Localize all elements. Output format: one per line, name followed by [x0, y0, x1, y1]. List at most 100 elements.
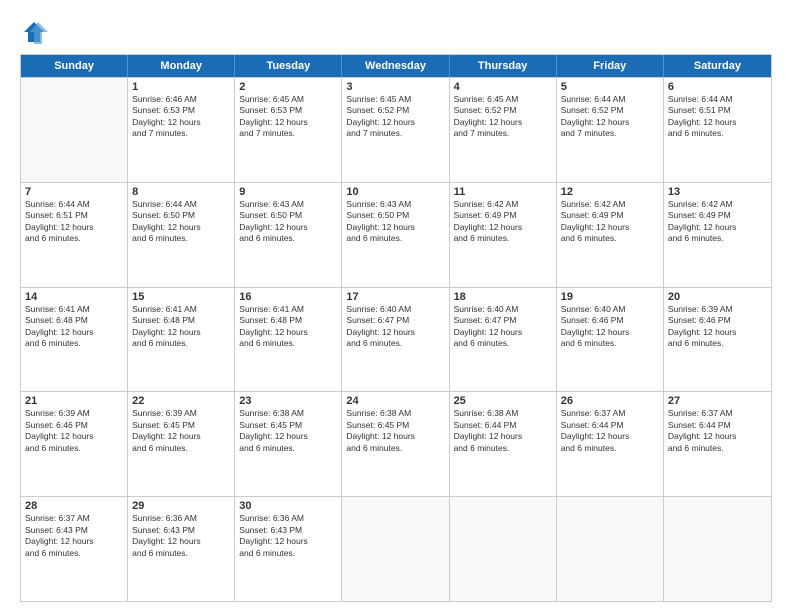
- cell-line: and 6 minutes.: [239, 443, 337, 454]
- calendar-cell: 30Sunrise: 6:36 AMSunset: 6:43 PMDayligh…: [235, 497, 342, 601]
- cell-line: Daylight: 12 hours: [239, 431, 337, 442]
- cell-line: Sunset: 6:44 PM: [561, 420, 659, 431]
- cell-line: Sunrise: 6:39 AM: [25, 408, 123, 419]
- cell-line: Daylight: 12 hours: [346, 431, 444, 442]
- cell-line: and 6 minutes.: [346, 338, 444, 349]
- cell-line: Sunrise: 6:44 AM: [25, 199, 123, 210]
- day-number: 11: [454, 186, 552, 198]
- cell-line: and 6 minutes.: [239, 233, 337, 244]
- cell-line: Sunset: 6:44 PM: [668, 420, 767, 431]
- calendar-cell: 25Sunrise: 6:38 AMSunset: 6:44 PMDayligh…: [450, 392, 557, 496]
- day-number: 19: [561, 291, 659, 303]
- cell-line: Sunset: 6:43 PM: [239, 525, 337, 536]
- calendar-cell: 13Sunrise: 6:42 AMSunset: 6:49 PMDayligh…: [664, 183, 771, 287]
- cell-line: and 6 minutes.: [132, 443, 230, 454]
- day-number: 16: [239, 291, 337, 303]
- cell-line: Sunset: 6:51 PM: [668, 105, 767, 116]
- calendar-cell: 19Sunrise: 6:40 AMSunset: 6:46 PMDayligh…: [557, 288, 664, 392]
- calendar-cell: 14Sunrise: 6:41 AMSunset: 6:48 PMDayligh…: [21, 288, 128, 392]
- cell-line: and 6 minutes.: [454, 233, 552, 244]
- cell-line: Daylight: 12 hours: [132, 431, 230, 442]
- calendar-cell: 11Sunrise: 6:42 AMSunset: 6:49 PMDayligh…: [450, 183, 557, 287]
- cell-line: Sunset: 6:49 PM: [454, 210, 552, 221]
- cell-line: Sunset: 6:53 PM: [239, 105, 337, 116]
- calendar-cell: 6Sunrise: 6:44 AMSunset: 6:51 PMDaylight…: [664, 78, 771, 182]
- cell-line: and 6 minutes.: [346, 233, 444, 244]
- cell-line: Sunrise: 6:44 AM: [561, 94, 659, 105]
- cell-line: Sunrise: 6:45 AM: [346, 94, 444, 105]
- cell-line: Daylight: 12 hours: [239, 327, 337, 338]
- day-number: 14: [25, 291, 123, 303]
- calendar-cell: [342, 497, 449, 601]
- cell-line: and 6 minutes.: [25, 548, 123, 559]
- cell-line: Daylight: 12 hours: [561, 222, 659, 233]
- header-day-wednesday: Wednesday: [342, 55, 449, 77]
- cell-line: Daylight: 12 hours: [132, 117, 230, 128]
- calendar-row-1: 7Sunrise: 6:44 AMSunset: 6:51 PMDaylight…: [21, 182, 771, 287]
- cell-line: Daylight: 12 hours: [239, 117, 337, 128]
- calendar-cell: 4Sunrise: 6:45 AMSunset: 6:52 PMDaylight…: [450, 78, 557, 182]
- calendar-cell: 2Sunrise: 6:45 AMSunset: 6:53 PMDaylight…: [235, 78, 342, 182]
- cell-line: Sunset: 6:46 PM: [668, 315, 767, 326]
- cell-line: Sunset: 6:48 PM: [25, 315, 123, 326]
- cell-line: Sunset: 6:45 PM: [346, 420, 444, 431]
- calendar-cell: 9Sunrise: 6:43 AMSunset: 6:50 PMDaylight…: [235, 183, 342, 287]
- cell-line: Sunset: 6:45 PM: [132, 420, 230, 431]
- day-number: 30: [239, 500, 337, 512]
- day-number: 10: [346, 186, 444, 198]
- header-day-tuesday: Tuesday: [235, 55, 342, 77]
- calendar: SundayMondayTuesdayWednesdayThursdayFrid…: [20, 54, 772, 602]
- calendar-cell: 24Sunrise: 6:38 AMSunset: 6:45 PMDayligh…: [342, 392, 449, 496]
- cell-line: and 6 minutes.: [346, 443, 444, 454]
- page: SundayMondayTuesdayWednesdayThursdayFrid…: [0, 0, 792, 612]
- cell-line: Daylight: 12 hours: [132, 327, 230, 338]
- cell-line: Sunrise: 6:43 AM: [239, 199, 337, 210]
- cell-line: Sunrise: 6:46 AM: [132, 94, 230, 105]
- cell-line: Daylight: 12 hours: [454, 222, 552, 233]
- cell-line: Sunset: 6:52 PM: [561, 105, 659, 116]
- calendar-cell: [450, 497, 557, 601]
- calendar-cell: 10Sunrise: 6:43 AMSunset: 6:50 PMDayligh…: [342, 183, 449, 287]
- cell-line: Daylight: 12 hours: [668, 222, 767, 233]
- day-number: 12: [561, 186, 659, 198]
- cell-line: and 6 minutes.: [668, 128, 767, 139]
- day-number: 1: [132, 81, 230, 93]
- day-number: 15: [132, 291, 230, 303]
- calendar-cell: [557, 497, 664, 601]
- cell-line: Sunset: 6:48 PM: [132, 315, 230, 326]
- header-day-monday: Monday: [128, 55, 235, 77]
- cell-line: Daylight: 12 hours: [561, 327, 659, 338]
- cell-line: Daylight: 12 hours: [25, 327, 123, 338]
- cell-line: Sunrise: 6:38 AM: [239, 408, 337, 419]
- cell-line: Sunset: 6:50 PM: [132, 210, 230, 221]
- cell-line: and 7 minutes.: [561, 128, 659, 139]
- cell-line: Sunrise: 6:44 AM: [668, 94, 767, 105]
- calendar-cell: 22Sunrise: 6:39 AMSunset: 6:45 PMDayligh…: [128, 392, 235, 496]
- logo: [20, 18, 50, 46]
- day-number: 27: [668, 395, 767, 407]
- cell-line: and 7 minutes.: [239, 128, 337, 139]
- cell-line: and 6 minutes.: [561, 338, 659, 349]
- cell-line: and 6 minutes.: [25, 338, 123, 349]
- calendar-cell: 16Sunrise: 6:41 AMSunset: 6:48 PMDayligh…: [235, 288, 342, 392]
- calendar-cell: [21, 78, 128, 182]
- cell-line: Daylight: 12 hours: [668, 117, 767, 128]
- calendar-header: SundayMondayTuesdayWednesdayThursdayFrid…: [21, 55, 771, 77]
- calendar-cell: 23Sunrise: 6:38 AMSunset: 6:45 PMDayligh…: [235, 392, 342, 496]
- cell-line: Sunrise: 6:42 AM: [561, 199, 659, 210]
- cell-line: Sunset: 6:52 PM: [346, 105, 444, 116]
- day-number: 24: [346, 395, 444, 407]
- day-number: 20: [668, 291, 767, 303]
- cell-line: Sunrise: 6:43 AM: [346, 199, 444, 210]
- cell-line: and 6 minutes.: [561, 443, 659, 454]
- calendar-row-4: 28Sunrise: 6:37 AMSunset: 6:43 PMDayligh…: [21, 496, 771, 601]
- day-number: 21: [25, 395, 123, 407]
- cell-line: Sunset: 6:51 PM: [25, 210, 123, 221]
- cell-line: and 6 minutes.: [454, 443, 552, 454]
- calendar-cell: 1Sunrise: 6:46 AMSunset: 6:53 PMDaylight…: [128, 78, 235, 182]
- header-day-saturday: Saturday: [664, 55, 771, 77]
- cell-line: Daylight: 12 hours: [668, 327, 767, 338]
- cell-line: Sunrise: 6:41 AM: [25, 304, 123, 315]
- calendar-cell: 3Sunrise: 6:45 AMSunset: 6:52 PMDaylight…: [342, 78, 449, 182]
- cell-line: Daylight: 12 hours: [346, 327, 444, 338]
